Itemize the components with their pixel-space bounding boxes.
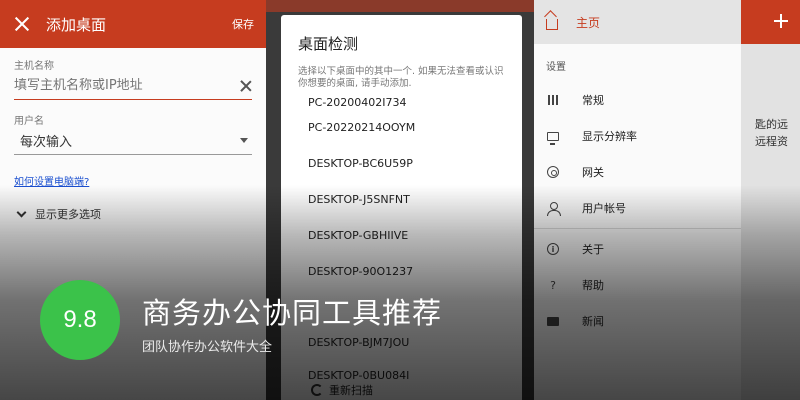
- sliders-icon: [546, 93, 560, 107]
- drawer-item-news[interactable]: 新闻: [534, 303, 741, 339]
- monitor-icon: [546, 129, 560, 145]
- dropdown-arrow-icon: [240, 138, 248, 143]
- add-icon[interactable]: [774, 14, 788, 28]
- desktop-list: PC-20200402I734 PC-20220214OOYM DESKTOP-…: [281, 95, 522, 390]
- drawer-item-label: 关于: [582, 243, 604, 256]
- news-icon: [546, 314, 560, 328]
- user-select-value: 每次输入: [20, 135, 73, 150]
- show-more-options-toggle[interactable]: 显示更多选项: [14, 206, 252, 222]
- drawer-item-home[interactable]: 主页: [534, 0, 741, 44]
- dialog-title: 桌面检测: [298, 35, 359, 53]
- settings-section-header: 设置: [546, 62, 566, 73]
- rating-badge: 9.8: [40, 280, 120, 360]
- drawer-item-label: 帮助: [582, 279, 604, 292]
- close-icon[interactable]: [12, 14, 32, 34]
- navigation-drawer: 主页 设置 常规 显示分辨率 网关 用户帐号 i 关于 ? 帮助 新闻: [534, 0, 741, 400]
- desktop-list-item[interactable]: PC-20220214OOYM: [281, 109, 522, 145]
- host-input[interactable]: [14, 78, 214, 93]
- user-select[interactable]: 每次输入: [14, 127, 252, 155]
- host-field: [14, 72, 252, 100]
- drawer-item-label: 常规: [582, 94, 604, 107]
- drawer-item-label: 新闻: [582, 315, 604, 328]
- drawer-item-label: 网关: [582, 166, 604, 179]
- desktop-detection-dialog: 桌面检测 选择以下桌面中的其中一个. 如果无法查看或认识你想要的桌面, 请手动添…: [281, 15, 522, 400]
- user-icon: [546, 201, 561, 216]
- question-icon: ?: [550, 278, 556, 292]
- rescan-button[interactable]: 重新扫描: [311, 382, 373, 398]
- rescan-label: 重新扫描: [329, 384, 373, 397]
- drawer-item-display-resolution[interactable]: 显示分辨率: [534, 118, 741, 154]
- drawer-item-label: 用户帐号: [582, 202, 626, 215]
- clear-icon[interactable]: [240, 80, 252, 92]
- desktop-list-item[interactable]: DESKTOP-GBHIIVE: [281, 217, 522, 253]
- page-title: 添加桌面: [46, 15, 107, 34]
- drawer-item-user-accounts[interactable]: 用户帐号: [534, 190, 741, 226]
- drawer-item-about[interactable]: i 关于: [534, 231, 741, 267]
- user-label: 用户名: [14, 116, 44, 127]
- refresh-icon: [311, 384, 323, 396]
- add-desktop-header: 添加桌面 保存: [0, 0, 266, 48]
- info-icon: i: [546, 242, 560, 256]
- drawer-item-home-label: 主页: [576, 15, 601, 30]
- show-more-options-label: 显示更多选项: [35, 208, 101, 221]
- desktop-list-item[interactable]: PC-20200402I734: [281, 95, 522, 109]
- desktop-list-item[interactable]: DESKTOP-BC6U59P: [281, 145, 522, 181]
- setup-help-link[interactable]: 如何设置电脑端?: [14, 173, 252, 188]
- chevron-down-icon: [16, 207, 27, 217]
- drawer-item-general[interactable]: 常规: [534, 82, 741, 118]
- promo-title: 商务办公协同工具推荐: [142, 296, 443, 330]
- dimmed-app-bar: [266, 0, 534, 12]
- partial-content-text: 匙的远 远程资: [755, 116, 788, 150]
- main-app-bar: [741, 0, 800, 44]
- partial-text-line: 远程资: [755, 135, 788, 148]
- promo-subtitle: 团队协作办公软件大全: [142, 340, 273, 355]
- drawer-item-help[interactable]: ? 帮助: [534, 267, 741, 303]
- gateway-icon: [546, 165, 560, 179]
- save-button[interactable]: 保存: [232, 16, 254, 32]
- partial-text-line: 匙的远: [755, 118, 788, 131]
- desktop-list-item[interactable]: DESKTOP-90O1237: [281, 253, 522, 289]
- drawer-divider: [534, 228, 741, 229]
- drawer-item-label: 显示分辨率: [582, 130, 637, 143]
- home-icon: [546, 18, 558, 30]
- dialog-description: 选择以下桌面中的其中一个. 如果无法查看或认识你想要的桌面, 请手动添加.: [298, 66, 504, 89]
- desktop-list-item[interactable]: DESKTOP-J5SNFNT: [281, 181, 522, 217]
- host-label: 主机名称: [14, 61, 54, 72]
- drawer-item-gateway[interactable]: 网关: [534, 154, 741, 190]
